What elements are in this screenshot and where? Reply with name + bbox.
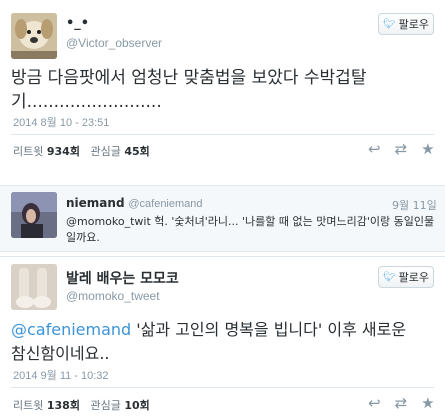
follow-button[interactable]: 🐦︎ 팔로우 [378,266,434,288]
likes-label: 관심글 [90,145,121,158]
likes-label: 관심글 [90,399,121,412]
reply-text: @momoko_twit 헉. '숯처녀'라니... '나를할 때 없는 맛며느… [66,214,438,246]
tweet-stats: 리트윗 934회 관심글 45회 [13,143,150,159]
twitter-bird-icon: 🐦︎ [382,271,396,283]
display-name[interactable]: •_• [66,16,89,31]
retweets-count[interactable]: 138회 [47,399,80,412]
avatar[interactable] [11,13,57,59]
reply-date[interactable]: 9월 11일 [392,197,437,213]
tweet-text-line: @cafeniemand '삶과 고인의 명복을 빕니다' 이후 새로운 [11,318,436,342]
tweet-actions: ↩ ⇄ ★ [368,394,435,412]
follow-button-label: 팔로우 [398,271,430,284]
handle[interactable]: @momoko_tweet [66,289,160,303]
reply-author: niemand @cafeniemand [66,196,203,210]
retweets-label: 리트윗 [13,399,44,412]
star-icon[interactable]: ★ [421,394,434,412]
mention-link[interactable]: @cafeniemand [11,320,131,339]
follow-button[interactable]: 🐦︎ 팔로우 [378,13,434,35]
tweet-text-line: 참신함이네요.. [11,344,110,363]
separator-gap [0,168,445,185]
avatar[interactable] [11,264,57,310]
dog-plush-avatar-image [11,13,57,59]
retweet-icon[interactable]: ⇄ [395,140,408,158]
retweet-icon[interactable]: ⇄ [395,394,408,412]
tweet-text-line: 기......................... [11,92,162,112]
handle[interactable]: @cafeniemand [128,198,202,210]
tweet-text-line: 방금 다음팟에서 엄청난 맞춤법을 보았다 수박겁탈 [11,68,367,88]
tweet-text: 방금 다음팟에서 엄청난 맞춤법을 보았다 수박겁탈 기............… [11,66,436,114]
display-name[interactable]: niemand [66,196,125,210]
twitter-bird-icon: 🐦︎ [382,18,396,30]
follow-button-label: 팔로우 [398,18,430,31]
likes-count[interactable]: 10회 [124,399,149,412]
reply-icon[interactable]: ↩ [368,140,381,158]
mention-link[interactable]: @momoko_twit [66,215,151,228]
retweets-label: 리트윗 [13,145,44,158]
reply-text-line: @momoko_twit 헉. '숯처녀'라니... '나를할 때 없는 맛며느… [66,214,438,230]
display-name[interactable]: 발레 배우는 모모코 [66,268,179,288]
tweet-text-line1-rest: '삶과 고인의 명복을 빕니다' 이후 새로운 [131,320,407,339]
tweet-text: @cafeniemand '삶과 고인의 명복을 빕니다' 이후 새로운 참신함… [11,318,436,366]
likes-count[interactable]: 45회 [124,145,149,158]
divider [11,134,434,135]
reply-icon[interactable]: ↩ [368,394,381,412]
tweet-stats: 리트윗 138회 관심글 10회 [13,397,150,413]
reply-text-line1-rest: 헉. '숯처녀'라니... '나를할 때 없는 맛며느리감'이랑 동일인물 [150,215,435,228]
ballet-feet-avatar-image [11,264,57,310]
divider [11,387,434,388]
timestamp[interactable]: 2014 8월 10 - 23:51 [13,114,109,130]
reply-text-line: 일까요. [66,231,100,244]
star-icon[interactable]: ★ [421,140,434,158]
avatar[interactable] [11,192,57,238]
profile-photo-image [11,192,57,238]
retweets-count[interactable]: 934회 [47,145,80,158]
tweet-actions: ↩ ⇄ ★ [368,140,435,158]
timestamp[interactable]: 2014 9월 11 - 10:32 [13,367,109,383]
handle[interactable]: @Victor_observer [66,36,162,50]
